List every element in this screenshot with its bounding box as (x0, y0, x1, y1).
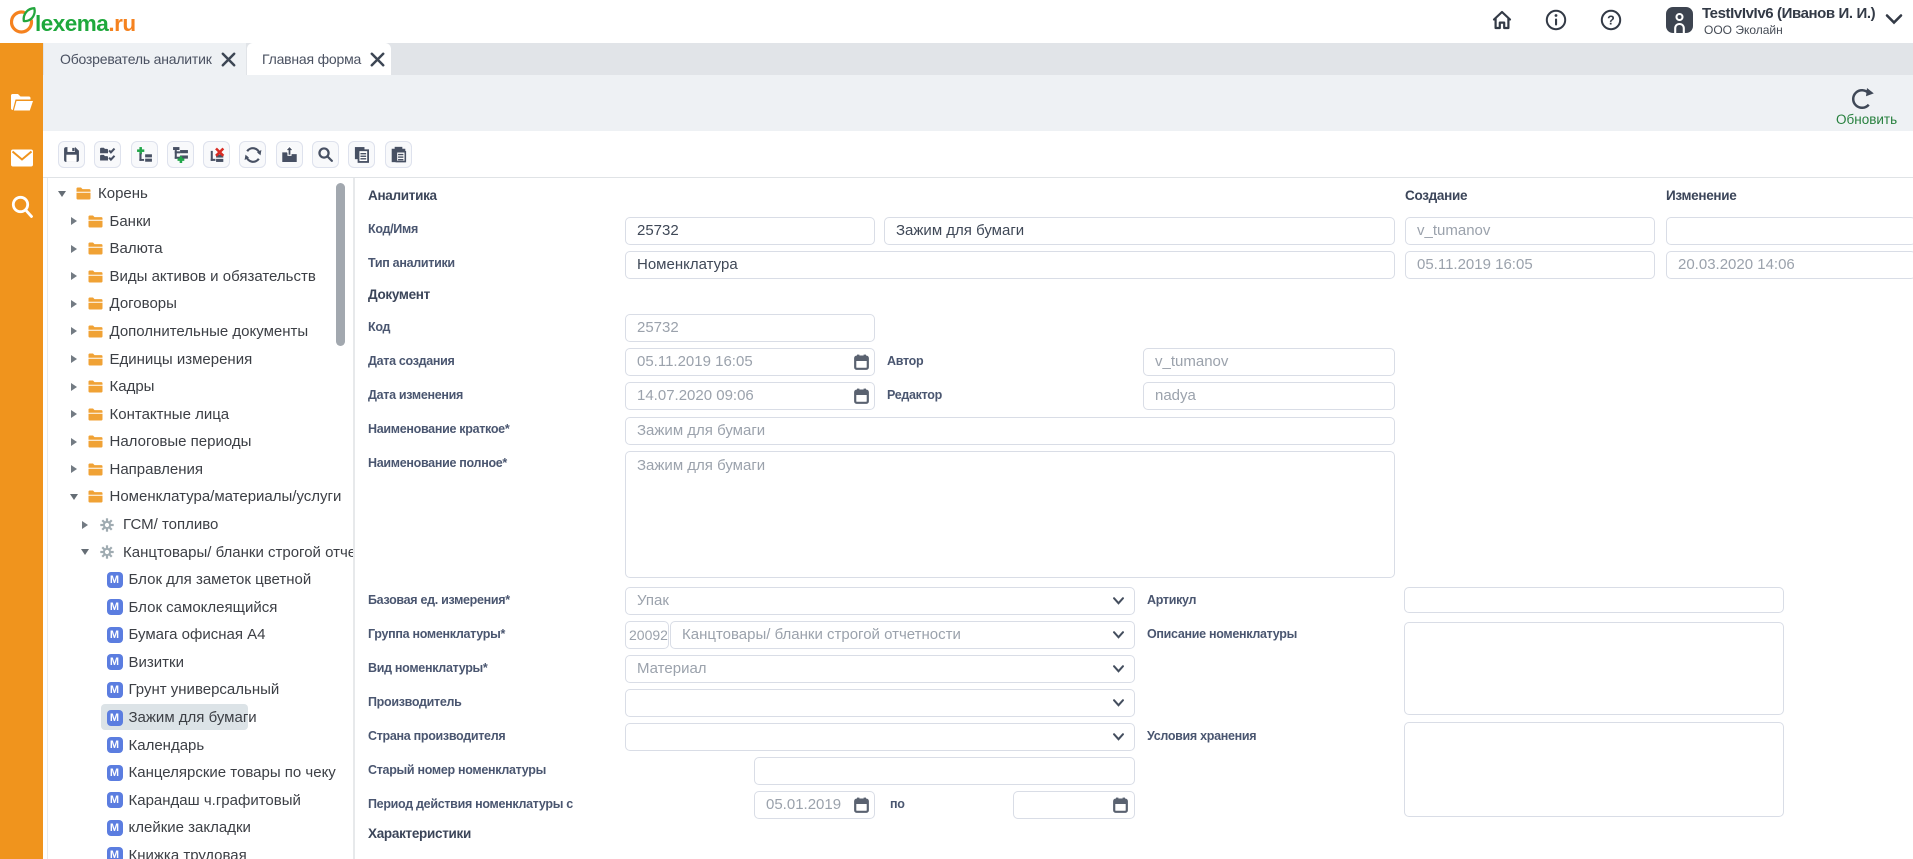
svg-text:lexema.ru: lexema.ru (35, 11, 136, 36)
svg-text:?: ? (1607, 14, 1615, 28)
